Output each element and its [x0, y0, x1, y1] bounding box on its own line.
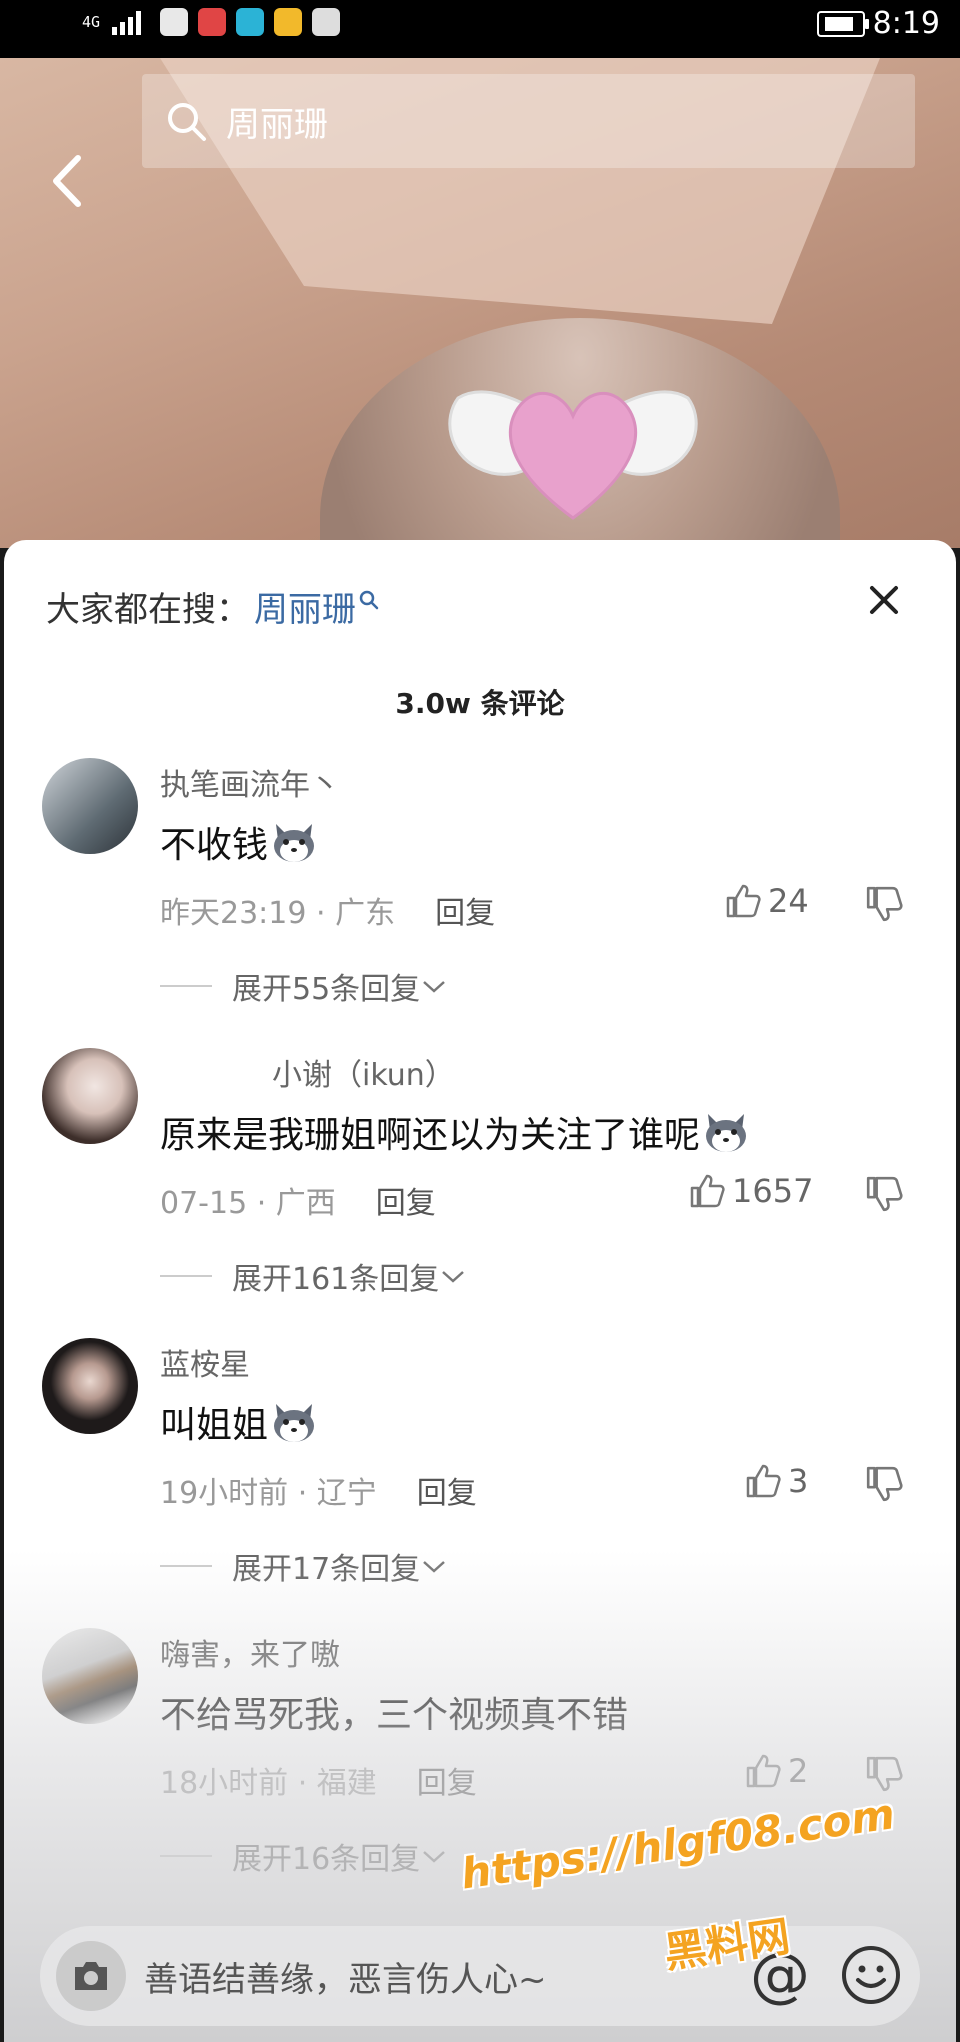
avatar[interactable] — [42, 758, 138, 854]
avatar[interactable] — [42, 1628, 138, 1724]
comment-meta: 07-15 · 广西 回复 — [160, 1178, 436, 1222]
network-indicator: 4G — [82, 12, 101, 31]
thumbs-up-icon — [746, 1464, 781, 1498]
reply-button[interactable]: 回复 — [376, 1178, 436, 1222]
comment-text-content: 叫姐姐 — [160, 1405, 269, 1446]
comment-text-content: 不收钱 — [160, 825, 269, 866]
like-button[interactable]: 2 — [744, 1752, 808, 1790]
like-button[interactable]: 1657 — [688, 1172, 813, 1210]
like-button[interactable]: 3 — [744, 1462, 808, 1500]
clock: 8:19 — [872, 6, 940, 41]
app-gray-icon — [312, 8, 341, 36]
hot-search-icon — [359, 590, 379, 609]
thumbs-up-icon — [746, 1754, 781, 1788]
comment-text: 原来是我珊姐啊还以为关注了谁呢 — [160, 1106, 750, 1158]
heart-wings-sticker-icon — [448, 390, 698, 520]
comment-time-location: 07-15 · 广西 — [160, 1186, 336, 1221]
like-count: 1657 — [732, 1172, 814, 1210]
comment-text-content: 原来是我珊姐啊还以为关注了谁呢 — [160, 1115, 701, 1156]
chevron-down-icon — [442, 1271, 465, 1283]
comment-item: 小谢（ikun） 原来是我珊姐啊还以为关注了谁呢 07-15 · 广西 回复 1… — [4, 1048, 956, 1338]
expand-replies-label: 展开17条回复 — [232, 1552, 421, 1587]
avatar[interactable] — [42, 1048, 138, 1144]
battery-icon — [816, 10, 869, 37]
camera-button[interactable] — [56, 1941, 126, 2011]
husky-emoji-icon — [706, 1114, 747, 1152]
search-bar[interactable]: 周丽珊 — [142, 74, 915, 168]
expand-replies[interactable]: 展开16条回复 — [160, 1834, 448, 1878]
chevron-down-icon — [423, 1851, 446, 1863]
reply-button[interactable]: 回复 — [417, 1468, 477, 1512]
expand-divider — [160, 985, 212, 987]
expand-replies-label: 展开55条回复 — [232, 972, 421, 1007]
expand-replies-label: 展开16条回复 — [232, 1842, 421, 1877]
comment-item: 蓝桉星 叫姐姐 19小时前 · 辽宁 回复 3 展开17条回复 — [4, 1338, 956, 1628]
chevron-down-icon — [423, 1561, 446, 1573]
like-count: 2 — [788, 1752, 809, 1790]
comment-meta: 昨天23:19 · 广东 回复 — [160, 888, 495, 932]
status-bar: 4G 8:19 — [0, 0, 960, 58]
comment-text: 叫姐姐 — [160, 1396, 318, 1448]
expand-divider — [160, 1565, 212, 1567]
thumbs-down-icon[interactable] — [864, 1464, 904, 1504]
video-background[interactable]: 周丽珊 — [0, 58, 960, 548]
thumbs-down-icon[interactable] — [864, 1174, 904, 1214]
thumbs-up-icon — [690, 1174, 725, 1208]
close-icon[interactable] — [864, 580, 904, 620]
comment-meta: 19小时前 · 辽宁 回复 — [160, 1468, 477, 1512]
hot-search-keyword[interactable]: 周丽珊 — [254, 582, 356, 631]
search-icon — [168, 103, 206, 141]
comment-author[interactable]: 蓝桉星 — [160, 1340, 250, 1384]
comment-input-placeholder[interactable]: 善语结善缘，恶言伤人心~ — [144, 1952, 547, 2001]
husky-emoji-icon — [274, 1404, 315, 1442]
comment-time-location: 19小时前 · 辽宁 — [160, 1476, 377, 1511]
expand-divider — [160, 1855, 212, 1857]
comment-meta: 18小时前 · 福建 回复 — [160, 1758, 477, 1802]
chevron-down-icon — [423, 981, 446, 993]
comment-time-location: 昨天23:19 · 广东 — [160, 896, 396, 931]
comment-author[interactable]: 嗨害，来了嗷 — [160, 1630, 340, 1674]
back-arrow-icon[interactable] — [40, 146, 100, 216]
expand-divider — [160, 1275, 212, 1277]
app-red-icon — [198, 8, 227, 36]
emoji-smile-icon[interactable] — [840, 1944, 902, 2006]
signal-icon — [112, 11, 142, 35]
hot-search: 大家都在搜： 周丽珊 — [46, 582, 380, 631]
husky-emoji-icon — [274, 824, 315, 862]
app-a-icon — [160, 8, 189, 36]
weibo-icon — [274, 8, 303, 36]
comment-author[interactable]: 小谢（ikun） — [272, 1050, 455, 1094]
comment-text-content: 不给骂死我，三个视频真不错 — [160, 1695, 629, 1736]
comment-author[interactable]: 执笔画流年丶 — [160, 760, 340, 804]
expand-replies[interactable]: 展开161条回复 — [160, 1254, 467, 1298]
reply-button[interactable]: 回复 — [435, 888, 495, 932]
thumbs-down-icon[interactable] — [864, 1754, 904, 1794]
comment-item: 执笔画流年丶 不收钱 昨天23:19 · 广东 回复 24 展开55条回复 — [4, 758, 956, 1048]
camera-icon — [75, 1962, 107, 1990]
comment-time-location: 18小时前 · 福建 — [160, 1766, 377, 1801]
thumbs-up-icon — [726, 884, 761, 918]
search-query: 周丽珊 — [226, 104, 328, 145]
status-left: 4G — [82, 8, 341, 36]
hot-search-prefix: 大家都在搜： — [46, 590, 250, 630]
comment-text: 不给骂死我，三个视频真不错 — [160, 1686, 628, 1738]
avatar[interactable] — [42, 1338, 138, 1434]
app-blue-icon — [236, 8, 265, 36]
like-button[interactable]: 24 — [724, 882, 809, 920]
comment-count: 3.0w 条评论 — [395, 687, 565, 720]
like-count: 24 — [768, 882, 809, 920]
thumbs-down-icon[interactable] — [864, 884, 904, 924]
status-right: 8:19 — [816, 6, 940, 41]
expand-replies[interactable]: 展开17条回复 — [160, 1544, 448, 1588]
comment-text: 不收钱 — [160, 816, 318, 868]
expand-replies[interactable]: 展开55条回复 — [160, 964, 448, 1008]
reply-button[interactable]: 回复 — [417, 1758, 477, 1802]
expand-replies-label: 展开161条回复 — [232, 1262, 440, 1297]
like-count: 3 — [788, 1462, 809, 1500]
